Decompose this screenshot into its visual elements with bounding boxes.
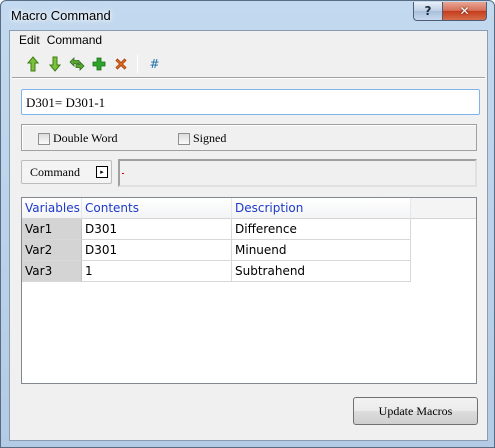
menu-bar: Edit Command (10, 31, 487, 50)
toolbar-separator (137, 55, 138, 73)
cell-contents[interactable]: D301 (82, 240, 232, 261)
menu-edit[interactable]: Edit (10, 31, 46, 50)
header-contents[interactable]: Contents (82, 198, 232, 219)
double-word-option[interactable]: Double Word (38, 131, 117, 146)
move-up-icon[interactable] (24, 55, 41, 73)
menu-command[interactable]: Command (46, 31, 108, 50)
command-display[interactable] (118, 159, 477, 187)
title-bar[interactable]: Macro Command ? ✕ (1, 1, 494, 29)
toolbar: # (24, 53, 163, 75)
command-label: Command (30, 165, 80, 179)
variables-table: Variables Contents Description Var1 D301… (21, 197, 477, 384)
toolbar-divider (12, 77, 485, 79)
double-word-checkbox[interactable] (38, 132, 50, 145)
dialog-body: Edit Command # D301= D301-1 Double Word … (9, 30, 488, 441)
signed-label: Signed (193, 131, 227, 145)
add-icon[interactable] (90, 55, 107, 73)
header-filler (411, 198, 476, 219)
formula-input[interactable]: D301= D301-1 (21, 89, 480, 115)
table-row[interactable]: Var3 1 Subtrahend (22, 261, 411, 282)
cell-description[interactable]: Subtrahend (232, 261, 411, 282)
close-button[interactable]: ✕ (442, 2, 487, 21)
delete-icon[interactable] (112, 55, 129, 73)
table-row[interactable]: Var1 D301 Difference (22, 219, 411, 240)
hash-icon[interactable]: # (146, 55, 163, 73)
cell-description[interactable]: Difference (232, 219, 411, 240)
swap-icon[interactable] (68, 55, 85, 73)
cell-contents[interactable]: 1 (82, 261, 232, 282)
window-title: Macro Command (11, 8, 111, 23)
header-variables[interactable]: Variables (22, 198, 82, 219)
update-macros-button[interactable]: Update Macros (353, 397, 478, 425)
signed-checkbox[interactable] (178, 132, 190, 145)
help-button[interactable]: ? (413, 2, 443, 21)
cell-variable[interactable]: Var2 (22, 240, 82, 261)
double-word-label: Double Word (53, 131, 118, 145)
table-row[interactable]: Var2 D301 Minuend (22, 240, 411, 261)
move-down-icon[interactable] (46, 55, 63, 73)
expand-arrow-icon[interactable]: ▸ (96, 166, 108, 178)
command-button[interactable]: Command ▸ (21, 160, 112, 184)
cell-variable[interactable]: Var1 (22, 219, 82, 240)
cell-contents[interactable]: D301 (82, 219, 232, 240)
macro-command-window: Macro Command ? ✕ Edit Command # D301= D… (0, 0, 495, 448)
cell-description[interactable]: Minuend (232, 240, 411, 261)
signed-option[interactable]: Signed (178, 131, 226, 146)
options-group: Double Word Signed (21, 124, 477, 151)
cell-variable[interactable]: Var3 (22, 261, 82, 282)
table-header: Variables Contents Description (22, 198, 476, 219)
header-description[interactable]: Description (232, 198, 411, 219)
cursor-mark (122, 173, 124, 174)
